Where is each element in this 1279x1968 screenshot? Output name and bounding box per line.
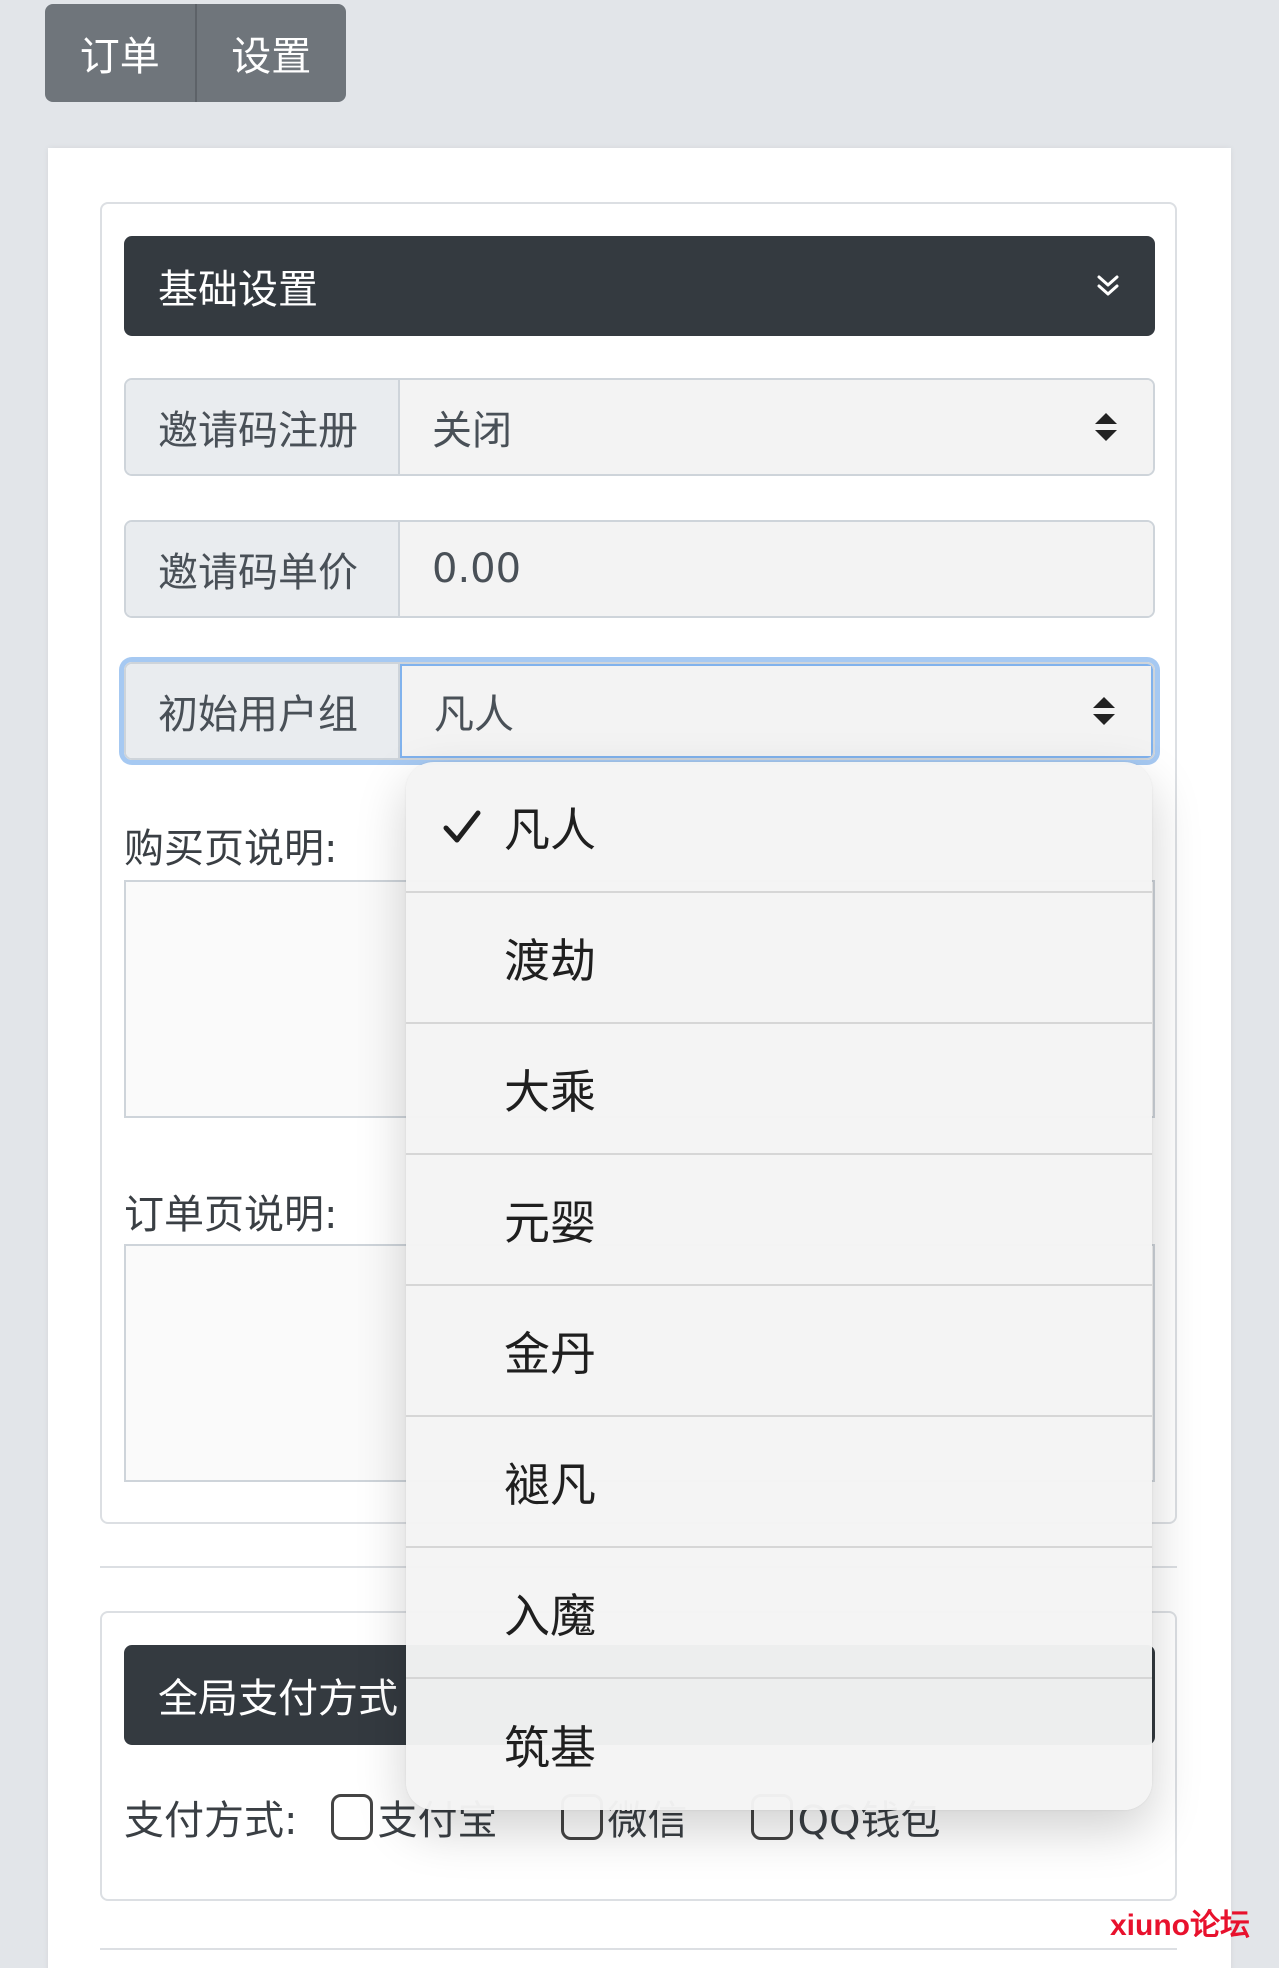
dropdown-option-label: 元婴 xyxy=(504,1195,596,1250)
payment-settings-title: 全局支付方式 xyxy=(158,1676,398,1722)
invite-price-group: 邀请码单价 0.00 xyxy=(124,520,1155,618)
dropdown-option-label: 金丹 xyxy=(504,1326,596,1381)
purchase-desc-label: 购买页说明: xyxy=(124,826,338,872)
initial-group-value: 凡人 xyxy=(434,692,514,738)
payment-methods-label: 支付方式: xyxy=(124,1798,298,1844)
basic-settings-header[interactable]: 基础设置 xyxy=(124,236,1155,336)
select-arrows-icon xyxy=(1093,697,1115,725)
tab-orders[interactable]: 订单 xyxy=(45,4,195,102)
dropdown-option-label: 凡人 xyxy=(504,802,596,857)
dropdown-option-label: 褪凡 xyxy=(504,1457,596,1512)
checkmark-icon xyxy=(443,810,481,842)
dropdown-option[interactable]: 筑基 xyxy=(406,1679,1152,1810)
site-watermark: xiuno论坛 xyxy=(1110,1909,1250,1942)
basic-settings-title: 基础设置 xyxy=(158,267,318,313)
dropdown-option[interactable]: 褪凡 xyxy=(406,1417,1152,1548)
dropdown-option[interactable]: 大乘 xyxy=(406,1024,1152,1155)
dropdown-option-label: 渡劫 xyxy=(504,933,596,988)
section-divider xyxy=(100,1948,1177,1950)
invite-register-select[interactable]: 关闭 xyxy=(400,380,1153,474)
invite-price-input[interactable]: 0.00 xyxy=(400,522,1153,616)
alipay-checkbox[interactable] xyxy=(331,1794,374,1840)
dropdown-option[interactable]: 入魔 xyxy=(406,1548,1152,1679)
dropdown-option-label: 大乘 xyxy=(504,1064,596,1119)
dropdown-option[interactable]: 凡人 xyxy=(406,762,1152,893)
invite-register-group: 邀请码注册 关闭 xyxy=(124,378,1155,476)
invite-register-label: 邀请码注册 xyxy=(126,380,400,474)
user-group-dropdown: 凡人 渡劫 大乘 元婴 金丹 褪凡 入魔 筑基 xyxy=(406,762,1152,1810)
tab-settings[interactable]: 设置 xyxy=(194,4,346,102)
select-arrows-icon xyxy=(1095,413,1117,441)
invite-price-value: 0.00 xyxy=(432,546,522,592)
dropdown-option-label: 入魔 xyxy=(504,1588,596,1643)
top-tab-group: 订单 设置 xyxy=(45,4,346,102)
order-desc-label: 订单页说明: xyxy=(124,1192,338,1238)
double-chevron-down-icon xyxy=(1097,275,1119,296)
initial-group-label: 初始用户组 xyxy=(126,664,400,758)
invite-register-value: 关闭 xyxy=(432,408,512,454)
dropdown-option[interactable]: 渡劫 xyxy=(406,893,1152,1024)
initial-group-group: 初始用户组 凡人 xyxy=(124,662,1155,760)
invite-price-label: 邀请码单价 xyxy=(126,522,400,616)
dropdown-option[interactable]: 金丹 xyxy=(406,1286,1152,1417)
dropdown-option[interactable]: 元婴 xyxy=(406,1155,1152,1286)
initial-group-select[interactable]: 凡人 xyxy=(400,664,1153,758)
dropdown-option-label: 筑基 xyxy=(504,1720,596,1775)
